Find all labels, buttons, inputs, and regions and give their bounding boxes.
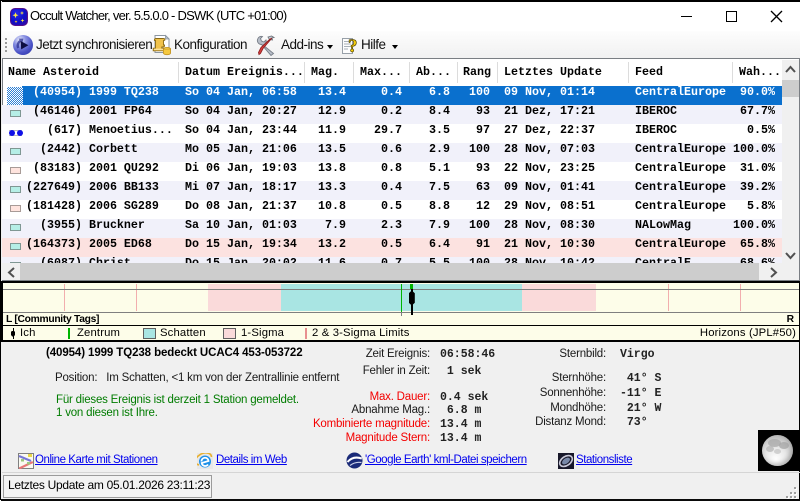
svg-text:?: ? [348, 36, 358, 56]
